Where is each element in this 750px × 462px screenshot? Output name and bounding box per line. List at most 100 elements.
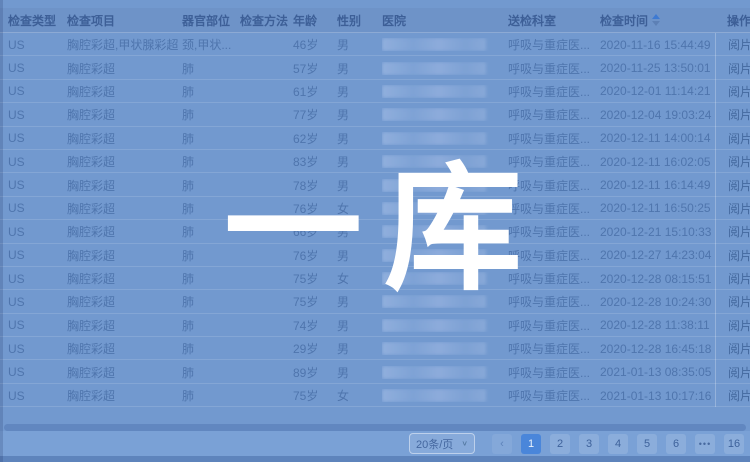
more-pages-icon[interactable]: •••: [695, 434, 715, 454]
column-header-item: 检查项目: [67, 12, 182, 29]
redacted-hospital-block: [382, 132, 486, 145]
column-header-label: 操作: [727, 12, 750, 29]
cell-gender: 男: [337, 293, 382, 310]
cell-item: 胸腔彩超: [67, 293, 182, 310]
cell-gender: 男: [337, 177, 382, 194]
view-images-link[interactable]: 阅片: [728, 293, 750, 310]
redacted-hospital-block: [382, 155, 486, 168]
cell-type: US: [8, 38, 67, 52]
cell-time: 2020-11-25 13:50:01: [600, 61, 715, 75]
view-images-link[interactable]: 阅片: [728, 364, 750, 381]
cell-time: 2020-12-27 14:23:04: [600, 248, 715, 262]
table-row[interactable]: US胸腔彩超肺29岁男呼吸与重症医...2020-12-28 16:45:18阅…: [0, 337, 750, 360]
cell-gender: 男: [337, 340, 382, 357]
redacted-hospital-block: [382, 342, 486, 355]
page-button-1[interactable]: 1: [521, 434, 541, 454]
page-button-2[interactable]: 2: [550, 434, 570, 454]
table-row[interactable]: US胸腔彩超肺61岁男呼吸与重症医...2020-12-01 11:14:21阅…: [0, 80, 750, 103]
view-images-link[interactable]: 阅片: [728, 270, 750, 287]
view-images-link[interactable]: 阅片: [728, 153, 750, 170]
cell-hospital: [382, 38, 508, 51]
cell-type: US: [8, 365, 67, 379]
cell-time: 2021-01-13 08:35:05: [600, 365, 715, 379]
view-images-link[interactable]: 阅片: [728, 36, 750, 53]
cell-organ: 颈,甲状...: [182, 36, 240, 53]
view-images-link[interactable]: 阅片: [728, 60, 750, 77]
table-row[interactable]: US胸腔彩超肺62岁男呼吸与重症医...2020-12-11 14:00:14阅…: [0, 127, 750, 150]
cell-organ: 肺: [182, 106, 240, 123]
column-header-time[interactable]: 检查时间: [600, 12, 715, 29]
column-header-label: 性别: [337, 12, 361, 29]
cell-item: 胸腔彩超: [67, 177, 182, 194]
cell-item: 胸腔彩超: [67, 223, 182, 240]
table-row[interactable]: US胸腔彩超肺75岁女呼吸与重症医...2020-12-28 08:15:51阅…: [0, 267, 750, 290]
view-images-link[interactable]: 阅片: [728, 223, 750, 240]
view-images-link[interactable]: 阅片: [728, 130, 750, 147]
view-images-link[interactable]: 阅片: [728, 83, 750, 100]
table-row[interactable]: US胸腔彩超肺75岁男呼吸与重症医...2020-12-28 10:24:30阅…: [0, 290, 750, 313]
table-row[interactable]: US胸腔彩超肺77岁男呼吸与重症医...2020-12-04 19:03:24阅…: [0, 103, 750, 126]
cell-type: US: [8, 201, 67, 215]
view-images-link[interactable]: 阅片: [728, 106, 750, 123]
table-row[interactable]: US胸腔彩超肺75岁女呼吸与重症医...2021-01-13 10:17:16阅…: [0, 384, 750, 407]
table-row[interactable]: US胸腔彩超肺76岁男呼吸与重症医...2020-12-27 14:23:04阅…: [0, 244, 750, 267]
cell-age: 75岁: [293, 270, 337, 287]
cell-organ: 肺: [182, 293, 240, 310]
page-button-4[interactable]: 4: [608, 434, 628, 454]
cell-type: US: [8, 61, 67, 75]
view-images-link[interactable]: 阅片: [728, 387, 750, 404]
table-row[interactable]: US胸腔彩超肺76岁女呼吸与重症医...2020-12-11 16:50:25阅…: [0, 197, 750, 220]
cell-organ: 肺: [182, 247, 240, 264]
table-row[interactable]: US胸腔彩超肺83岁男呼吸与重症医...2020-12-11 16:02:05阅…: [0, 150, 750, 173]
cell-type: US: [8, 84, 67, 98]
view-images-link[interactable]: 阅片: [728, 247, 750, 264]
page-button-last[interactable]: 16: [724, 434, 744, 454]
cell-gender: 男: [337, 364, 382, 381]
exam-records-table-screen: 检查类型检查项目器官部位检查方法年龄性别医院送检科室检查时间操作 US胸腔彩超,…: [0, 0, 750, 462]
cell-type: US: [8, 248, 67, 262]
cell-action: 阅片: [715, 33, 750, 56]
pagination-bar: 20条/页 ∨ ‹ 123456 ••• 16: [0, 431, 750, 456]
cell-action: 阅片: [715, 220, 750, 243]
cell-hospital: [382, 62, 508, 75]
cell-age: 66岁: [293, 223, 337, 240]
cell-age: 83岁: [293, 153, 337, 170]
table-body: US胸腔彩超,甲状腺彩超颈,甲状...46岁男呼吸与重症医...2020-11-…: [0, 33, 750, 407]
view-images-link[interactable]: 阅片: [728, 317, 750, 334]
cell-age: 62岁: [293, 130, 337, 147]
table-row[interactable]: US胸腔彩超,甲状腺彩超颈,甲状...46岁男呼吸与重症医...2020-11-…: [0, 33, 750, 56]
page-button-3[interactable]: 3: [579, 434, 599, 454]
page-button-5[interactable]: 5: [637, 434, 657, 454]
table-row[interactable]: US胸腔彩超肺89岁男呼吸与重症医...2021-01-13 08:35:05阅…: [0, 360, 750, 383]
cell-gender: 男: [337, 247, 382, 264]
table-row[interactable]: US胸腔彩超肺57岁男呼吸与重症医...2020-11-25 13:50:01阅…: [0, 56, 750, 79]
cell-department: 呼吸与重症医...: [508, 177, 600, 194]
table-row[interactable]: US胸腔彩超肺78岁男呼吸与重症医...2020-12-11 16:14:49阅…: [0, 173, 750, 196]
prev-page-button[interactable]: ‹: [492, 434, 512, 454]
view-images-link[interactable]: 阅片: [728, 340, 750, 357]
cell-department: 呼吸与重症医...: [508, 270, 600, 287]
sort-ascending-icon[interactable]: [652, 14, 660, 26]
cell-gender: 男: [337, 153, 382, 170]
cell-age: 57岁: [293, 60, 337, 77]
cell-gender: 男: [337, 317, 382, 334]
cell-type: US: [8, 108, 67, 122]
view-images-link[interactable]: 阅片: [728, 177, 750, 194]
page-size-select[interactable]: 20条/页 ∨: [409, 433, 475, 454]
column-header-label: 检查时间: [600, 12, 648, 29]
cell-action: 阅片: [715, 56, 750, 79]
cell-action: 阅片: [715, 127, 750, 150]
column-header-label: 器官部位: [182, 12, 230, 29]
cell-time: 2020-12-28 16:45:18: [600, 342, 715, 356]
cell-department: 呼吸与重症医...: [508, 83, 600, 100]
horizontal-scrollbar[interactable]: [4, 424, 746, 431]
cell-type: US: [8, 389, 67, 403]
cell-department: 呼吸与重症医...: [508, 223, 600, 240]
view-images-link[interactable]: 阅片: [728, 200, 750, 217]
cell-action: 阅片: [715, 103, 750, 126]
cell-department: 呼吸与重症医...: [508, 153, 600, 170]
table-row[interactable]: US胸腔彩超肺74岁男呼吸与重症医...2020-12-28 11:38:11阅…: [0, 314, 750, 337]
cell-item: 胸腔彩超,甲状腺彩超: [67, 36, 182, 53]
page-button-6[interactable]: 6: [666, 434, 686, 454]
table-row[interactable]: US胸腔彩超肺66岁男呼吸与重症医...2020-12-21 15:10:33阅…: [0, 220, 750, 243]
